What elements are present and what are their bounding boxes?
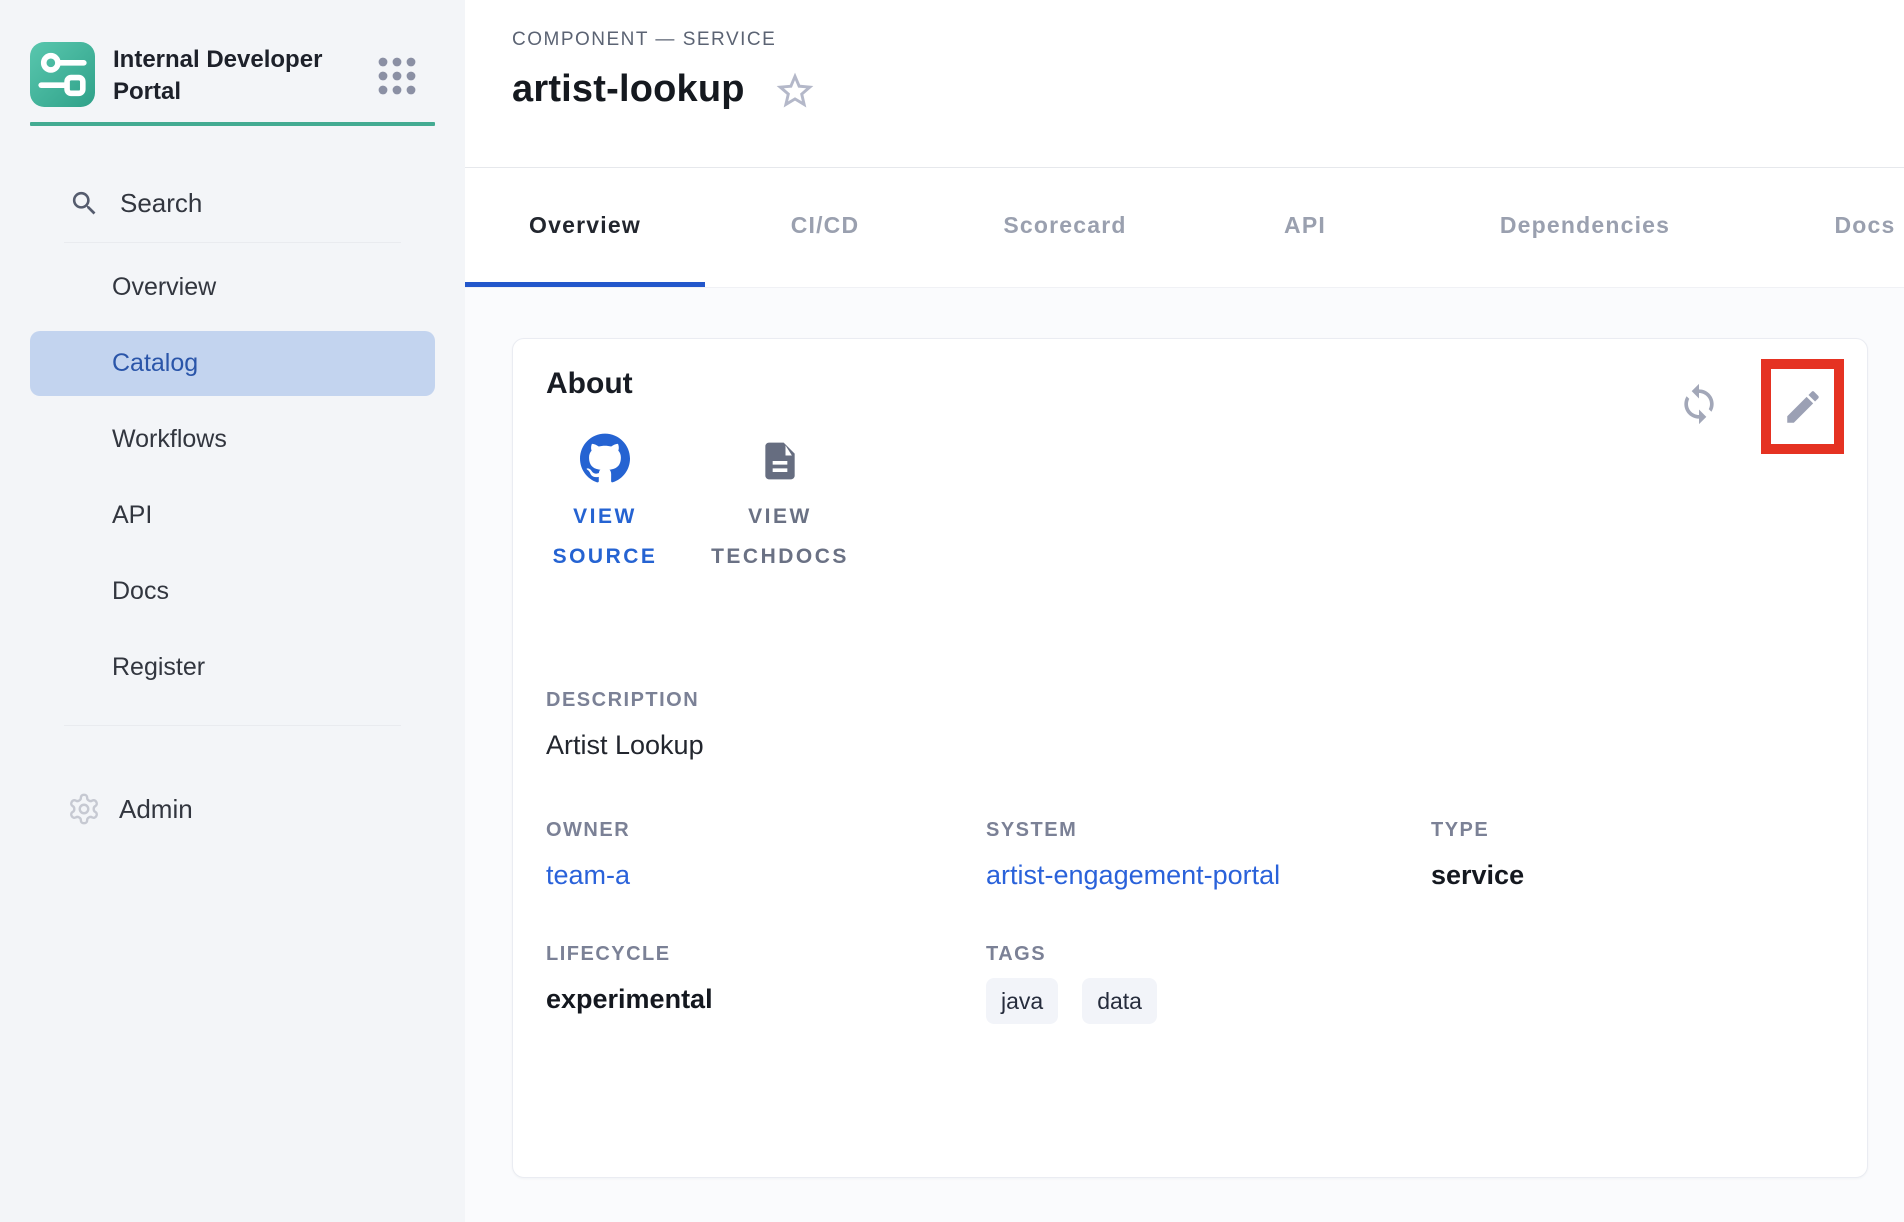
page-title: artist-lookup bbox=[512, 68, 745, 111]
portal-title: Internal Developer Portal bbox=[113, 44, 358, 108]
search-label: Search bbox=[120, 188, 202, 219]
sidebar-item-overview[interactable]: Overview bbox=[30, 255, 435, 320]
github-icon bbox=[580, 433, 630, 483]
field-owner: OWNER team-a bbox=[546, 819, 986, 891]
sidebar-nav: Overview Catalog Workflows API Docs Regi… bbox=[30, 255, 435, 711]
field-tags: TAGS java data bbox=[986, 943, 1834, 1024]
description-label: DESCRIPTION bbox=[546, 689, 1834, 712]
sidebar-item-search[interactable]: Search bbox=[30, 172, 435, 234]
lifecycle-label: LIFECYCLE bbox=[546, 943, 986, 966]
sidebar-item-catalog[interactable]: Catalog bbox=[30, 331, 435, 396]
type-label: TYPE bbox=[1431, 819, 1834, 842]
page-header: COMPONENT — SERVICE artist-lookup bbox=[465, 0, 1904, 168]
view-techdocs-label-line2: TECHDOCS bbox=[711, 537, 849, 577]
about-card-title: About bbox=[546, 367, 1834, 401]
apps-grid-icon[interactable] bbox=[375, 54, 419, 103]
sidebar-divider-bottom bbox=[64, 725, 401, 726]
edit-pencil-icon[interactable] bbox=[1782, 386, 1824, 428]
lifecycle-value: experimental bbox=[546, 984, 986, 1015]
view-techdocs-label-line1: VIEW bbox=[711, 497, 849, 537]
view-source-label-line1: VIEW bbox=[553, 497, 658, 537]
tab-docs[interactable]: Docs bbox=[1745, 168, 1904, 287]
about-card: About bbox=[512, 338, 1868, 1178]
techdocs-icon bbox=[758, 433, 802, 483]
sidebar-item-docs[interactable]: Docs bbox=[30, 559, 435, 624]
view-source-label-line2: SOURCE bbox=[553, 537, 658, 577]
sidebar-item-api[interactable]: API bbox=[30, 483, 435, 548]
search-icon bbox=[69, 188, 100, 219]
tags-label: TAGS bbox=[986, 943, 1834, 966]
system-label: SYSTEM bbox=[986, 819, 1431, 842]
owner-link[interactable]: team-a bbox=[546, 860, 986, 891]
sidebar-item-register[interactable]: Register bbox=[30, 635, 435, 700]
tab-cicd[interactable]: CI/CD bbox=[705, 168, 945, 287]
field-system: SYSTEM artist-engagement-portal bbox=[986, 819, 1431, 891]
target-highlight-box bbox=[1761, 359, 1844, 454]
tab-content: About bbox=[465, 287, 1904, 1222]
main-area: COMPONENT — SERVICE artist-lookup Overvi… bbox=[465, 0, 1904, 1222]
admin-label: Admin bbox=[119, 794, 193, 825]
field-lifecycle: LIFECYCLE experimental bbox=[546, 943, 986, 1024]
tag-chip-data[interactable]: data bbox=[1082, 978, 1157, 1024]
about-links: VIEW SOURCE VIEW TECHDOCS bbox=[546, 433, 1834, 577]
view-source-link[interactable]: VIEW SOURCE bbox=[546, 433, 664, 577]
field-type: TYPE service bbox=[1431, 819, 1834, 891]
description-value: Artist Lookup bbox=[546, 730, 1834, 761]
tag-chip-java[interactable]: java bbox=[986, 978, 1058, 1024]
tab-scorecard[interactable]: Scorecard bbox=[945, 168, 1185, 287]
entity-tabbar: Overview CI/CD Scorecard API Dependencie… bbox=[465, 168, 1904, 287]
view-techdocs-link[interactable]: VIEW TECHDOCS bbox=[700, 433, 860, 577]
field-description: DESCRIPTION Artist Lookup bbox=[546, 689, 1834, 761]
portal-logo-icon bbox=[30, 42, 95, 107]
sidebar-item-admin[interactable]: Admin bbox=[30, 778, 435, 840]
tab-api[interactable]: API bbox=[1185, 168, 1425, 287]
system-link[interactable]: artist-engagement-portal bbox=[986, 860, 1431, 891]
favorite-star-icon[interactable] bbox=[773, 69, 817, 113]
sidebar: Internal Developer Portal Search Overvie… bbox=[0, 0, 465, 1222]
brand: Internal Developer Portal bbox=[30, 42, 435, 108]
breadcrumb: COMPONENT — SERVICE bbox=[512, 29, 1904, 51]
brand-divider bbox=[30, 122, 435, 126]
owner-label: OWNER bbox=[546, 819, 986, 842]
sidebar-divider bbox=[64, 242, 401, 243]
tab-overview[interactable]: Overview bbox=[465, 168, 705, 287]
tab-dependencies[interactable]: Dependencies bbox=[1425, 168, 1745, 287]
gear-icon bbox=[67, 792, 101, 826]
type-value: service bbox=[1431, 860, 1834, 891]
refresh-icon[interactable] bbox=[1677, 382, 1721, 426]
sidebar-item-workflows[interactable]: Workflows bbox=[30, 407, 435, 472]
